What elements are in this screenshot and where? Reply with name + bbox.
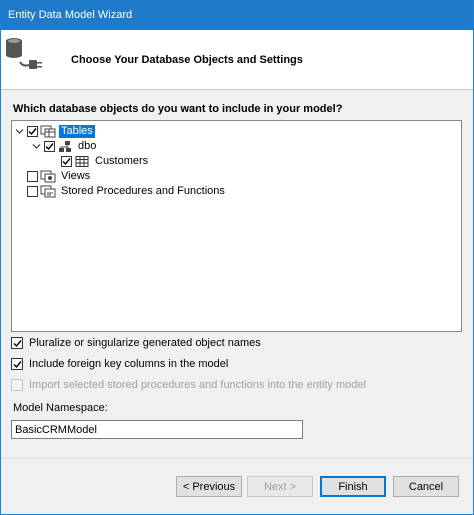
tree-node-label: Tables — [58, 124, 96, 139]
database-connect-icon — [6, 38, 42, 69]
tree-node-label: Views — [61, 170, 91, 182]
schema-icon — [57, 140, 73, 153]
customers-checkbox[interactable] — [61, 156, 72, 167]
tables-checkbox[interactable] — [27, 126, 38, 137]
foreign-keys-option[interactable]: Include foreign key columns in the model — [11, 358, 228, 370]
tree-node-dbo[interactable]: dbo — [31, 139, 98, 154]
pluralize-checkbox[interactable] — [11, 337, 23, 349]
tree-node-customers[interactable]: Customers — [61, 154, 150, 169]
pluralize-option[interactable]: Pluralize or singularize generated objec… — [11, 337, 261, 349]
tree-node-stored-procedures[interactable]: Stored Procedures and Functions — [27, 184, 227, 199]
expand-toggle-icon[interactable] — [31, 141, 41, 153]
views-checkbox[interactable] — [27, 171, 38, 182]
previous-button[interactable]: < Previous — [176, 476, 242, 497]
table-icon — [74, 155, 90, 168]
pluralize-label: Pluralize or singularize generated objec… — [29, 337, 261, 349]
tree-node-tables[interactable]: Tables — [14, 124, 96, 139]
tree-node-label: dbo — [78, 140, 97, 152]
cancel-button[interactable]: Cancel — [393, 476, 459, 497]
foreign-keys-label: Include foreign key columns in the model — [29, 358, 229, 370]
namespace-label: Model Namespace: — [13, 402, 108, 414]
import-procedures-checkbox — [11, 379, 23, 391]
wizard-window: Entity Data Model Wizard Choose Your Dat… — [0, 0, 474, 515]
views-icon — [40, 170, 56, 183]
namespace-input[interactable] — [11, 420, 303, 439]
procedures-checkbox[interactable] — [27, 186, 38, 197]
database-objects-tree[interactable]: Tables dbo Customers Views Stored Proced… — [11, 120, 462, 332]
title-bar: Entity Data Model Wizard — [1, 0, 473, 30]
next-button[interactable]: Next > — [247, 476, 313, 497]
import-procedures-option: Import selected stored procedures and fu… — [11, 379, 366, 391]
tree-node-label: Customers — [95, 155, 149, 167]
foreign-keys-checkbox[interactable] — [11, 358, 23, 370]
window-title: Entity Data Model Wizard — [8, 9, 133, 21]
tree-node-label: Stored Procedures and Functions — [61, 185, 225, 197]
footer-divider — [1, 458, 473, 459]
expand-toggle-icon[interactable] — [14, 126, 24, 138]
dbo-checkbox[interactable] — [44, 141, 55, 152]
objects-question-label: Which database objects do you want to in… — [13, 103, 343, 115]
page-title: Choose Your Database Objects and Setting… — [71, 54, 303, 66]
tables-icon — [40, 125, 56, 138]
finish-button[interactable]: Finish — [320, 476, 386, 497]
wizard-header: Choose Your Database Objects and Setting… — [1, 30, 473, 90]
procedures-icon — [40, 185, 56, 198]
tree-node-views[interactable]: Views — [27, 169, 92, 184]
import-procedures-label: Import selected stored procedures and fu… — [29, 379, 366, 391]
